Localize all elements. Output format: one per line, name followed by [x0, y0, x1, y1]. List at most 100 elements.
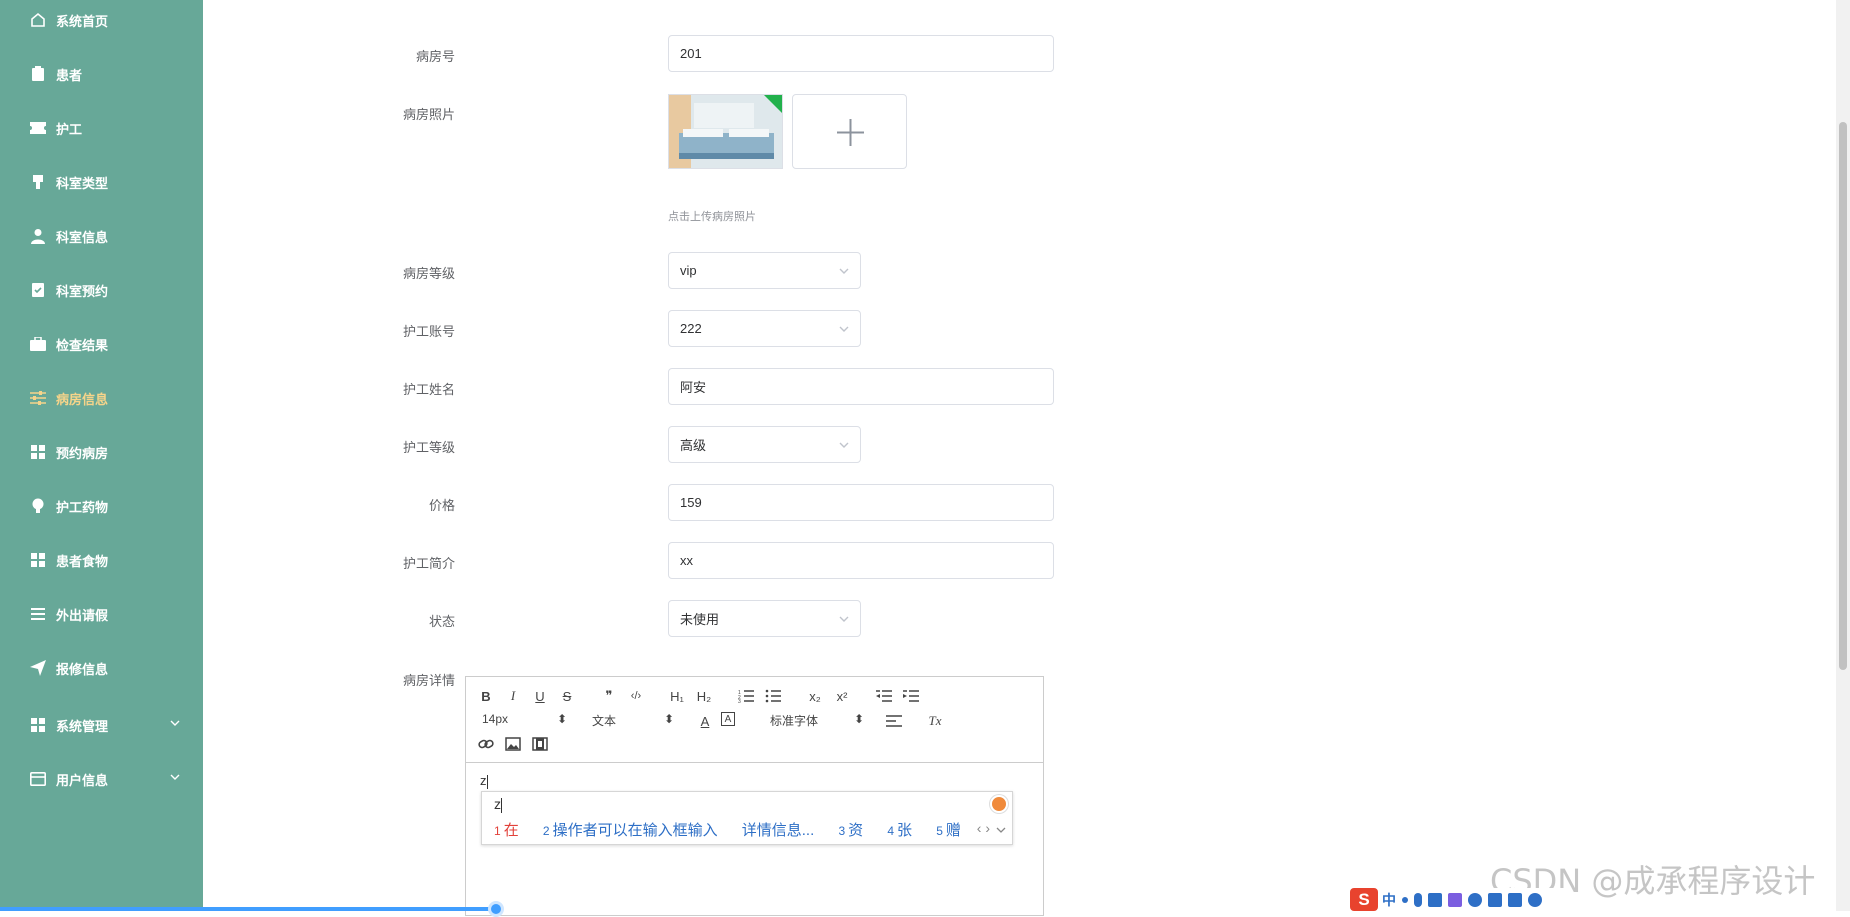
candidate-text: 操作者可以在输入框输入: [552, 822, 718, 839]
font-size-select[interactable]: 14px ⬍: [482, 712, 567, 726]
room-level-select[interactable]: vip: [668, 252, 861, 289]
room-level-label: 病房等级: [402, 266, 455, 281]
document-check-icon: [29, 281, 47, 299]
room-photo-thumbnail[interactable]: [668, 94, 783, 169]
ime-candidate[interactable]: 5赠: [936, 822, 971, 839]
room-no-input[interactable]: 201: [668, 35, 1054, 72]
sidebar-item-label: 护工: [56, 121, 83, 137]
sidebar-item-dept-type[interactable]: 科室类型: [0, 165, 203, 199]
sidebar-item-leave[interactable]: 外出请假: [0, 597, 203, 631]
skin-icon[interactable]: [1448, 892, 1462, 907]
status-select[interactable]: 未使用: [668, 600, 861, 637]
sidebar-item-label: 患者食物: [56, 553, 109, 569]
clipboard-icon: [29, 65, 47, 83]
subscript-button[interactable]: x₂: [805, 687, 825, 705]
sidebar-item-repair[interactable]: 报修信息: [0, 651, 203, 685]
superscript-button[interactable]: x²: [832, 687, 852, 705]
ime-candidate[interactable]: 2 操作者可以在输入框输入: [543, 822, 728, 839]
ime-candidate[interactable]: 4张: [887, 822, 922, 839]
sidebar-item-system[interactable]: 系统管理: [0, 708, 203, 742]
scrollbar-thumb[interactable]: [1839, 122, 1847, 670]
room-no-value: 201: [680, 46, 702, 61]
sidebar-item-patient-food[interactable]: 患者食物: [0, 543, 203, 577]
robot-icon[interactable]: [1468, 892, 1482, 907]
chevron-down-icon[interactable]: [996, 822, 1006, 840]
align-button[interactable]: [884, 712, 904, 730]
code-button[interactable]: ‹/›: [626, 687, 646, 705]
ime-page-nav[interactable]: ‹ ›: [977, 820, 990, 836]
sidebar-item-dept-booking[interactable]: 科室预约: [0, 273, 203, 307]
sidebar-item-label: 用户信息: [56, 772, 109, 788]
candidate-number: 3: [838, 824, 846, 838]
editor-toolbar: B I U S ❞ ‹/› H₁ H₂ 123 x₂ x² 14px ⬍ 文本 ⬍ …: [466, 677, 1043, 763]
apps-icon[interactable]: [1488, 892, 1502, 907]
font-color-button[interactable]: A: [695, 712, 715, 730]
sidebar-item-nurse-medicine[interactable]: 护工药物: [0, 489, 203, 523]
editor-content[interactable]: z: [480, 773, 488, 789]
clear-format-button[interactable]: Tx: [925, 712, 945, 730]
nurse-level-select[interactable]: 高级: [668, 426, 861, 463]
link-icon[interactable]: [476, 735, 496, 753]
ime-mode[interactable]: 中: [1382, 890, 1396, 910]
blockquote-button[interactable]: ❞: [599, 687, 619, 705]
h2-button[interactable]: H₂: [694, 687, 714, 705]
ordered-list-button[interactable]: 123: [736, 687, 756, 705]
sidebar-item-label: 护工药物: [56, 499, 109, 515]
sidebar-item-room-info[interactable]: 病房信息: [0, 381, 203, 415]
font-family-select[interactable]: 标准字体 ⬍: [770, 712, 864, 729]
nurse-intro-input[interactable]: xx: [668, 542, 1054, 579]
ime-skin-icon[interactable]: [990, 795, 1008, 813]
candidate-number: 1: [494, 824, 501, 838]
chevron-down-icon: [169, 717, 183, 731]
settings-icon[interactable]: [1528, 892, 1542, 907]
chevron-down-icon: [838, 323, 850, 335]
card-icon: [29, 770, 47, 788]
price-input[interactable]: 159: [668, 484, 1054, 521]
chevron-down-icon: [169, 771, 183, 785]
chevron-updown-icon: ⬍: [664, 712, 675, 726]
sidebar-item-exam-result[interactable]: 检查结果: [0, 327, 203, 361]
h1-button[interactable]: H₁: [667, 687, 687, 705]
status-value: 未使用: [680, 612, 720, 627]
paragraph-select[interactable]: 文本 ⬍: [592, 712, 674, 729]
background-color-button[interactable]: A: [721, 712, 735, 726]
outdent-button[interactable]: [874, 687, 894, 705]
sogou-logo-icon[interactable]: S: [1350, 888, 1378, 911]
ime-candidate-window: z 1在 2 操作者可以在输入框输入 详情信息... 3资 4张 5赠 ‹ ›: [481, 791, 1013, 845]
underline-button[interactable]: U: [530, 687, 550, 705]
candidate-text: 赠: [945, 822, 961, 839]
sidebar-item-dept-info[interactable]: 科室信息: [0, 219, 203, 253]
microphone-icon[interactable]: [1414, 892, 1422, 907]
italic-button[interactable]: I: [503, 687, 523, 705]
grid-icon[interactable]: [1508, 892, 1522, 907]
ime-candidate[interactable]: 1在: [494, 822, 529, 839]
upload-photo-button[interactable]: [792, 94, 907, 169]
ime-composition: z: [494, 796, 502, 813]
bullet-list-button[interactable]: [763, 687, 783, 705]
room-photo-label: 病房照片: [402, 107, 455, 122]
bold-button[interactable]: B: [476, 687, 496, 705]
page-scrollbar[interactable]: [1836, 0, 1850, 911]
sidebar-item-room-booking[interactable]: 预约病房: [0, 435, 203, 469]
ime-candidate[interactable]: 3资: [838, 822, 873, 839]
sidebar-item-nurse[interactable]: 护工: [0, 111, 203, 145]
keyboard-icon[interactable]: [1428, 892, 1442, 907]
sidebar-item-label: 科室类型: [56, 175, 109, 191]
room-level-value: vip: [680, 263, 697, 278]
ime-candidate[interactable]: 详情信息...: [742, 822, 825, 839]
nurse-account-select[interactable]: 222: [668, 310, 861, 347]
sidebar-item-user[interactable]: 用户信息: [0, 762, 203, 796]
sidebar-item-label: 科室预约: [56, 283, 109, 299]
nurse-name-input[interactable]: 阿安: [668, 368, 1054, 405]
video-icon[interactable]: [530, 735, 550, 753]
indent-button[interactable]: [901, 687, 921, 705]
strike-button[interactable]: S: [557, 687, 577, 705]
image-icon[interactable]: [503, 735, 523, 753]
candidate-text: 详情信息...: [741, 822, 815, 839]
sidebar-item-home[interactable]: 系统首页: [0, 3, 203, 37]
sidebar-item-label: 预约病房: [56, 445, 109, 461]
price-label: 价格: [428, 498, 455, 513]
sidebar: 系统首页 患者 护工 科室类型 科室信息 科室预约 检查结果 病房信息 预约病房…: [0, 0, 203, 911]
sidebar-item-patient[interactable]: 患者: [0, 57, 203, 91]
punctuation-icon[interactable]: [1402, 896, 1408, 903]
